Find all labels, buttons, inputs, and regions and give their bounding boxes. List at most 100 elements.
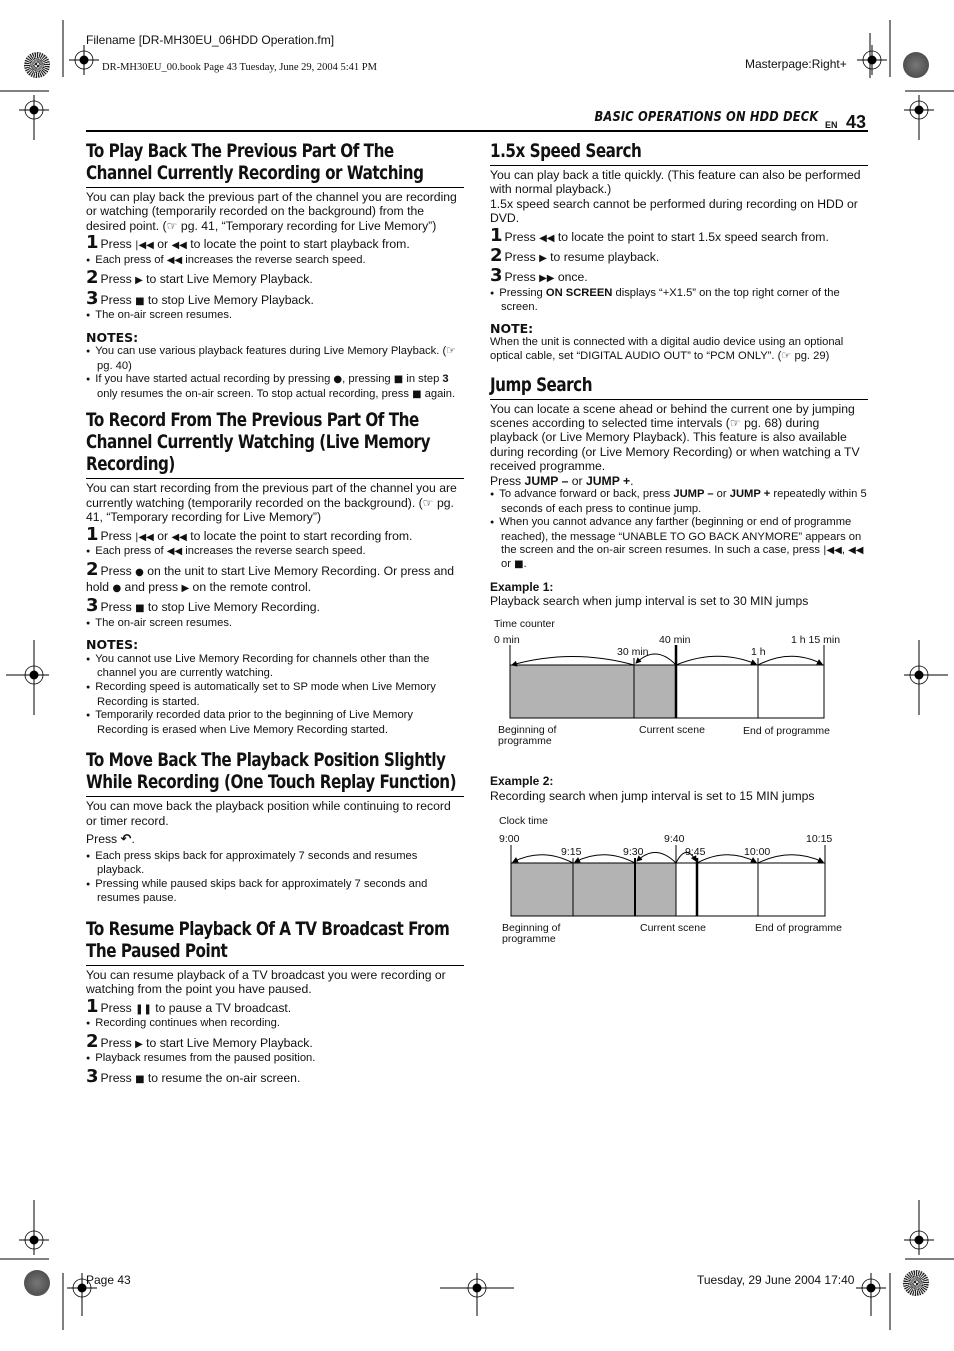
bullet: Each press of ◀◀ increases the reverse s… xyxy=(86,254,464,269)
section-rule xyxy=(86,965,464,966)
step-1: 1 Press ◀◀ to locate the point to start 1… xyxy=(490,224,829,246)
pause-icon: ❚❚ xyxy=(135,1003,152,1015)
step-3: 3 Press ▶▶ once. xyxy=(490,265,588,287)
example-1-caption: Playback search when jump interval is se… xyxy=(490,594,809,609)
skip-back-icon: |◀◀ xyxy=(823,545,842,557)
end-of-programme-label: End of programme xyxy=(743,725,830,737)
section-intro: You can play back the previous part of t… xyxy=(86,190,457,233)
section-title: To Play Back The Previous Part Of The Ch… xyxy=(86,140,424,184)
step-number: 3 xyxy=(490,265,503,287)
step-3: 3 Press ■ to resume the on-air screen. xyxy=(86,1065,301,1087)
bullet: When you cannot advance any farther (beg… xyxy=(490,516,868,571)
note-item: Recording speed is automatically set to … xyxy=(86,681,464,709)
replay-icon: ↶ xyxy=(120,832,132,848)
example-1-diagram: Time counter 0 min 40 min 1 h 15 min 30 … xyxy=(490,608,868,768)
print-book-line: DR-MH30EU_00.book Page 43 Tuesday, June … xyxy=(102,62,377,73)
section-rule xyxy=(490,398,868,400)
jump-arrow xyxy=(511,656,635,667)
bullet: Playback resumes from the paused positio… xyxy=(86,1052,464,1067)
section-intro: You can play back a title quickly. (This… xyxy=(490,168,861,197)
example-2-caption: Recording search when jump interval is s… xyxy=(490,788,815,803)
section-title: 1.5x Speed Search xyxy=(490,140,642,162)
registration-disk xyxy=(903,1270,929,1296)
note-item: You cannot use Live Memory Recording for… xyxy=(86,653,464,681)
step-number: 3 xyxy=(86,287,99,309)
step-number: 3 xyxy=(86,595,99,617)
section-one-touch-replay: To Move Back The Playback Position Sligh… xyxy=(86,749,464,906)
step-number: 2 xyxy=(86,267,99,289)
section-intro: You can locate a scene ahead or behind t… xyxy=(490,401,860,474)
jump-label: 9:30 xyxy=(623,846,644,858)
running-head: BASIC OPERATIONS ON HDD DECK xyxy=(594,110,818,125)
play-icon: ▶ xyxy=(135,275,143,287)
jump-arrow xyxy=(675,656,757,666)
bullet: Each press of ◀◀ increases the reverse s… xyxy=(86,545,464,560)
jump-label: 9:15 xyxy=(561,846,582,858)
note-text: When the unit is connected with a digita… xyxy=(490,336,844,363)
step-text: Press xyxy=(100,237,136,252)
rewind-icon: ◀◀ xyxy=(166,546,183,558)
step-number: 1 xyxy=(86,995,99,1017)
press-line: Press JUMP – or JUMP +. xyxy=(490,473,634,488)
note-item: If you have started actual recording by … xyxy=(86,373,464,401)
rewind-icon: ◀◀ xyxy=(539,232,555,244)
begin-label: Beginning of programme xyxy=(502,922,560,945)
registration-disk xyxy=(903,52,929,78)
step-number: 1 xyxy=(86,523,99,545)
begin-label-line2: programme xyxy=(498,735,552,747)
section-title: To Move Back The Playback Position Sligh… xyxy=(86,749,457,794)
step-1: 1 Press |◀◀ or ◀◀ to locate the point to … xyxy=(86,234,464,253)
step-2: 2 Press ▶ to resume playback. xyxy=(490,245,660,267)
section-intro: You can resume playback of a TV broadcas… xyxy=(86,968,446,997)
section-title: To Resume Playback Of A TV Broadcast Fro… xyxy=(86,918,450,962)
jump-arrow xyxy=(757,656,823,666)
step-3: 3 Press ■ to stop Live Memory Recording. xyxy=(86,595,320,617)
start-label: 0 min xyxy=(494,634,520,646)
print-filename: Filename [DR-MH30EU_06HDD Operation.fm] xyxy=(86,33,335,47)
note-item: You can use various playback features du… xyxy=(86,345,464,373)
section-jump-search: Jump Search You can locate a scene ahead… xyxy=(490,374,868,964)
footer-date: Tuesday, 29 June 2004 17:40 xyxy=(697,1273,855,1287)
jump-label: 10:00 xyxy=(744,846,770,858)
section-rule xyxy=(490,165,868,166)
skip-back-icon: |◀◀ xyxy=(135,531,154,543)
right-column: 1.5x Speed Search You can play back a ti… xyxy=(490,138,868,963)
rewind-icon: ◀◀ xyxy=(848,545,864,557)
play-icon: ▶ xyxy=(135,1038,143,1050)
step-text: or xyxy=(153,237,172,252)
stop-icon: ■ xyxy=(393,374,404,386)
end-label: 1 h 15 min xyxy=(791,634,840,646)
section-intro: You can move back the playback position … xyxy=(86,799,451,828)
step-1: 1 Press |◀◀ or ◀◀ to locate the point to … xyxy=(86,523,413,545)
press-line: Press ↶. xyxy=(86,832,135,848)
step-text: to locate the point to start playback fr… xyxy=(186,237,410,252)
step-2: 2 Press ▶ to start Live Memory Playback. xyxy=(86,267,313,289)
jump-label: 9:45 xyxy=(685,846,706,858)
rewind-icon: ◀◀ xyxy=(171,240,187,252)
registration-disk xyxy=(24,52,50,78)
step-2: 2 Press ▶ to start Live Memory Playback. xyxy=(86,1030,313,1052)
current-label: 9:40 xyxy=(664,833,685,845)
record-icon: ● xyxy=(135,566,144,578)
section-live-memory-playback: To Play Back The Previous Part Of The Ch… xyxy=(86,140,464,401)
jump-label: 1 h xyxy=(751,646,766,658)
current-label: 40 min xyxy=(659,634,691,646)
fast-forward-icon: ▶▶ xyxy=(539,273,555,285)
section-live-memory-recording: To Record From The Previous Part Of The … xyxy=(86,409,464,737)
example-1-heading: Example 1: xyxy=(490,579,554,594)
bullet: Recording continues when recording. xyxy=(86,1017,464,1032)
step-number: 1 xyxy=(86,232,99,254)
step-3: 3 Press ■ to stop Live Memory Playback. xyxy=(86,287,314,309)
play-icon: ▶ xyxy=(539,253,547,265)
left-column: To Play Back The Previous Part Of The Ch… xyxy=(86,138,464,1087)
start-label: 9:00 xyxy=(499,833,520,845)
begin-label: Beginning of programme xyxy=(498,724,556,747)
step-2: 2 Press ● on the unit to start Live Memor… xyxy=(86,558,455,595)
step-number: 3 xyxy=(86,1065,99,1087)
section-rule xyxy=(86,478,464,480)
section-resume-paused: To Resume Playback Of A TV Broadcast Fro… xyxy=(86,918,464,1087)
step-number: 2 xyxy=(86,1030,99,1052)
notes-heading: NOTES: xyxy=(86,329,139,345)
record-icon: ● xyxy=(112,583,122,595)
print-masterpage: Masterpage:Right+ xyxy=(745,57,847,71)
